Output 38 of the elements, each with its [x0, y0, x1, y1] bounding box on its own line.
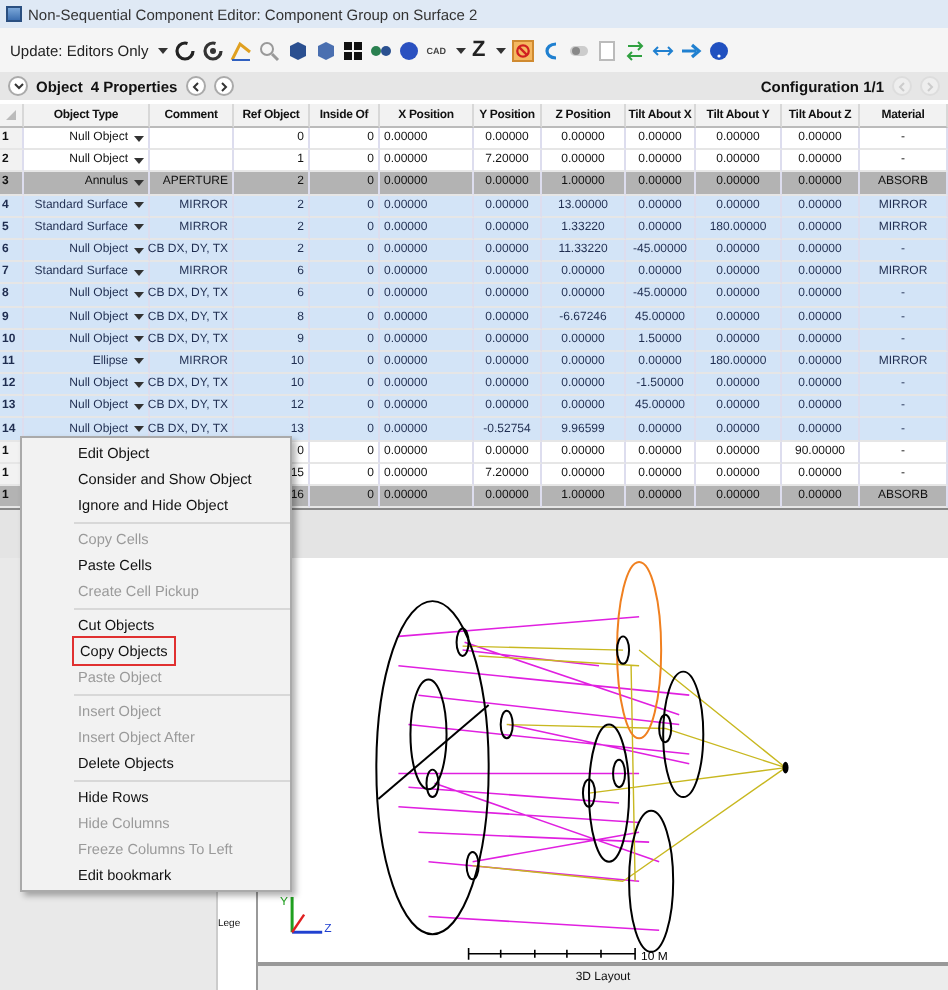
next-button[interactable] — [213, 76, 234, 96]
caret-icon — [158, 47, 169, 53]
caret-icon — [455, 47, 466, 53]
caret-icon — [134, 269, 144, 276]
caret-icon — [134, 403, 144, 410]
caret-icon — [134, 381, 144, 388]
caret-icon — [134, 291, 144, 298]
sphere-icon[interactable] — [398, 39, 421, 61]
swap-arrows-icon[interactable] — [623, 39, 646, 61]
app-icon — [6, 6, 22, 22]
caret-icon — [134, 135, 144, 142]
caret-icon — [134, 157, 144, 164]
axis-triad-icon — [290, 897, 323, 935]
help-icon[interactable] — [707, 39, 730, 61]
cube-icon[interactable] — [286, 39, 309, 61]
chevron-left-icon — [191, 81, 200, 91]
caret-icon — [134, 336, 144, 343]
chevron-down-icon — [13, 82, 23, 90]
layout-chart-icon[interactable] — [230, 39, 253, 61]
caret-icon — [134, 202, 144, 209]
no-entry-icon[interactable] — [511, 39, 534, 61]
cube-icon[interactable] — [314, 39, 337, 61]
caret-icon — [134, 247, 144, 254]
z-dropdown[interactable]: Z — [471, 38, 506, 62]
right-arrow-icon[interactable] — [679, 39, 702, 61]
caret-icon — [495, 47, 506, 53]
refresh-all-icon[interactable] — [202, 39, 225, 61]
scale-bar-icon — [467, 947, 636, 961]
collapse-button[interactable] — [8, 76, 28, 96]
caret-icon — [134, 224, 144, 231]
table-cell — [150, 128, 234, 151]
refresh-icon[interactable] — [174, 39, 197, 61]
caret-icon — [134, 358, 144, 365]
previous-button[interactable] — [185, 76, 206, 96]
caret-icon — [134, 314, 144, 321]
grid-icon[interactable] — [342, 39, 365, 61]
caret-icon — [134, 179, 144, 186]
chevron-right-icon — [219, 81, 228, 91]
